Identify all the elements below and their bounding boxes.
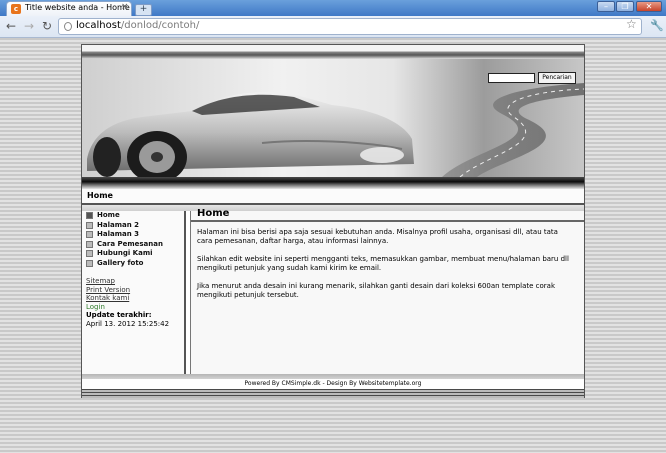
url-host: localhost bbox=[76, 20, 121, 31]
print-version-link[interactable]: Print Version bbox=[86, 286, 169, 295]
reload-icon[interactable]: ↻ bbox=[40, 19, 54, 33]
new-tab-button[interactable]: + bbox=[135, 4, 152, 16]
sidebar-links: Sitemap Print Version Kontak kami Login … bbox=[86, 277, 169, 328]
restore-button[interactable]: ❐ bbox=[616, 1, 634, 12]
title-divider bbox=[191, 220, 584, 222]
back-arrow-icon[interactable]: ← bbox=[4, 19, 18, 33]
header-bottom-bar bbox=[82, 177, 584, 189]
sidebar: Home Halaman 2 Halaman 3 Cara Pemesanan … bbox=[82, 211, 186, 374]
sidebar-menu: Home Halaman 2 Halaman 3 Cara Pemesanan … bbox=[86, 211, 163, 268]
search-button[interactable]: Pencarian bbox=[538, 72, 576, 84]
last-update-label: Update terakhir: bbox=[86, 311, 152, 319]
menu-item-gallery-foto[interactable]: Gallery foto bbox=[86, 259, 163, 269]
address-bar[interactable]: localhost/donlod/contoh/ bbox=[58, 18, 642, 35]
content-paragraph-3: Jika menurut anda desain ini kurang mena… bbox=[197, 282, 555, 299]
menu-item-halaman-3[interactable]: Halaman 3 bbox=[86, 230, 163, 240]
page-title: Home bbox=[197, 208, 230, 219]
content-paragraph-1: Halaman ini bisa berisi apa saja sesuai … bbox=[197, 228, 558, 245]
url-path: /donlod/contoh/ bbox=[120, 20, 200, 31]
menu-item-cara-pemesanan[interactable]: Cara Pemesanan bbox=[86, 240, 163, 250]
menu-item-hubungi-kami[interactable]: Hubungi Kami bbox=[86, 249, 163, 259]
page-globe-icon bbox=[64, 22, 72, 31]
menu-item-home[interactable]: Home bbox=[86, 211, 163, 221]
breadcrumb-bar: Home bbox=[82, 189, 584, 205]
search-input[interactable] bbox=[488, 73, 535, 83]
wrench-menu-icon[interactable]: 🔧 bbox=[650, 19, 664, 32]
website-page: Pencarian Home Home Halaman 2 Halaman 3 … bbox=[81, 44, 585, 398]
menu-item-halaman-2[interactable]: Halaman 2 bbox=[86, 221, 163, 231]
footer-bottom-bar bbox=[82, 389, 584, 398]
bookmark-star-icon[interactable]: ☆ bbox=[626, 17, 637, 31]
sitemap-link[interactable]: Sitemap bbox=[86, 277, 169, 286]
browser-toolbar: ← → ↻ localhost/donlod/contoh/ ☆ 🔧 bbox=[0, 16, 666, 38]
cms-favicon-icon: c bbox=[11, 4, 21, 14]
top-stripe bbox=[82, 45, 584, 59]
footer-credits: Powered By CMSimple.dk - Design By Websi… bbox=[82, 379, 584, 389]
breadcrumb: Home bbox=[87, 191, 113, 200]
minimize-button[interactable]: – bbox=[597, 1, 615, 12]
url-text: localhost/donlod/contoh/ bbox=[76, 20, 199, 31]
main-content: Home Halaman ini bisa berisi apa saja se… bbox=[190, 208, 584, 374]
login-link[interactable]: Login bbox=[86, 303, 169, 312]
tab-title: Title website anda - Home bbox=[25, 3, 130, 12]
forward-arrow-icon[interactable]: → bbox=[22, 19, 36, 33]
contact-link[interactable]: Kontak kami bbox=[86, 294, 169, 303]
browser-tab[interactable]: c Title website anda - Home × bbox=[6, 1, 132, 16]
header-banner: Pencarian bbox=[82, 59, 584, 189]
content-paragraph-2: Silahkan edit website ini seperti mengga… bbox=[197, 255, 569, 272]
tab-close-icon[interactable]: × bbox=[121, 2, 129, 12]
browser-titlebar: c Title website anda - Home × + – ❐ ✕ bbox=[0, 0, 666, 16]
close-button[interactable]: ✕ bbox=[636, 1, 662, 12]
last-update-date: April 13. 2012 15:25:42 bbox=[86, 319, 170, 328]
